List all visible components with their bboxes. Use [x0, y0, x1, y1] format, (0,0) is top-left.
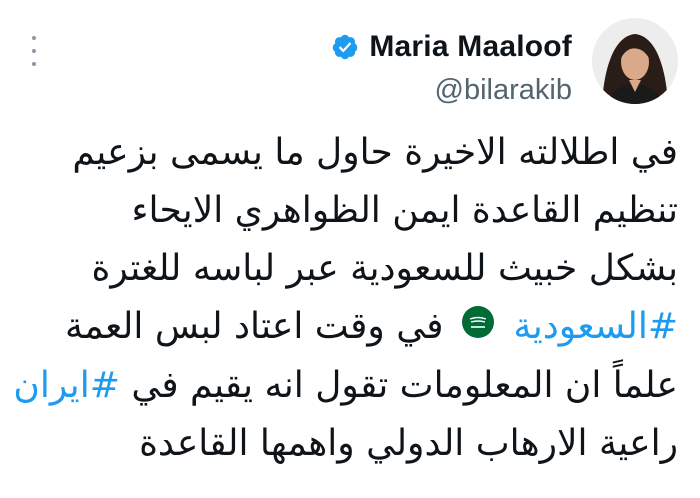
- tweet-line-text: علماً ان المعلومات تقول انه يقيم في: [131, 365, 678, 406]
- more-dots-icon: [32, 62, 36, 66]
- hashtag-saudi-arabia[interactable]: #السعودية: [513, 306, 678, 347]
- tweet-line: علماً ان المعلومات تقول انه يقيم في #اير…: [13, 357, 678, 415]
- tweet-line: راعية الارهاب الدولي واهمها القاعدة: [139, 423, 678, 464]
- tweet-line: في اطلالته الاخيرة حاول ما يسمى بزعيم: [72, 132, 678, 173]
- author-handle[interactable]: @bilarakib: [435, 74, 572, 107]
- tweet-line: #السعودية في وقت اعتاد لبس العمة: [18, 298, 678, 357]
- tweet-line: تنظيم القاعدة ايمن الظواهري الايحاء: [131, 190, 678, 231]
- verified-badge-icon: [331, 33, 359, 61]
- author-info: Maria Maaloof @bilarakib: [331, 30, 572, 107]
- tweet-text: في اطلالته الاخيرة حاول ما يسمى بزعيم تن…: [13, 124, 678, 473]
- tweet-card: Maria Maaloof @bilarakib في اطلالته الاخ…: [0, 0, 700, 498]
- avatar[interactable]: [592, 18, 678, 104]
- author-display-name: Maria Maaloof: [369, 30, 572, 63]
- tweet-line-text: في وقت اعتاد لبس العمة: [64, 306, 444, 347]
- tweet-line: بشكل خبيث للسعودية عبر لباسه للغترة: [91, 248, 678, 289]
- more-dots-icon: [32, 36, 36, 40]
- more-options-button[interactable]: [26, 36, 42, 66]
- hashtag-iran[interactable]: #ايران: [13, 365, 120, 406]
- saudi-flag-icon: [461, 299, 495, 357]
- more-dots-icon: [32, 49, 36, 53]
- author-name-row[interactable]: Maria Maaloof: [331, 30, 572, 64]
